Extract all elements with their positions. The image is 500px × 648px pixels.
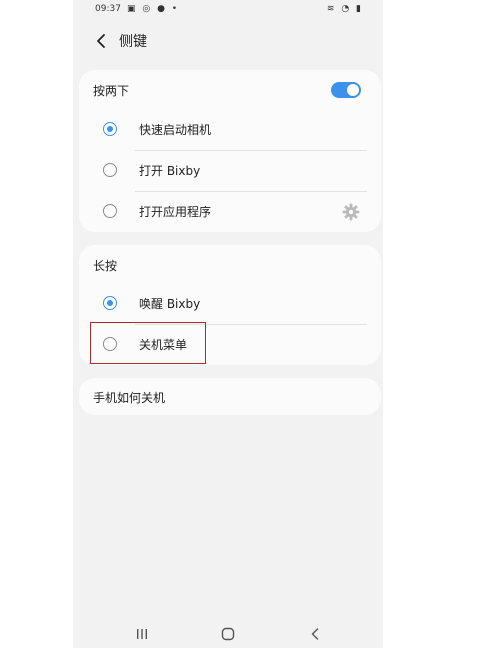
recent-apps-icon[interactable]	[135, 628, 149, 640]
help-link-card[interactable]: 手机如何关机	[79, 378, 381, 415]
highlight-annotation-box	[90, 322, 206, 364]
option-label: 打开应用程序	[139, 205, 212, 219]
home-icon[interactable]	[221, 627, 235, 641]
option-quick-launch-camera[interactable]: 快速启动相机	[79, 110, 381, 150]
back-icon[interactable]	[309, 627, 321, 641]
gear-icon[interactable]	[341, 202, 361, 222]
double-press-card: 按两下 快速启动相机 打开 Bixby 打开应用程序	[79, 70, 381, 232]
notification-icons: ▣ ◎ ● •	[127, 4, 180, 14]
radio-button[interactable]	[103, 296, 117, 310]
status-bar: 09:37 ▣ ◎ ● • ≋ ◔ ▮	[73, 0, 383, 22]
option-open-app[interactable]: 打开应用程序	[79, 192, 381, 232]
radio-button[interactable]	[103, 163, 117, 177]
radio-button[interactable]	[103, 122, 117, 136]
help-link-label: 手机如何关机	[93, 391, 166, 405]
system-status-icons: ≋ ◔ ▮	[326, 4, 363, 14]
chevron-left-icon[interactable]	[93, 32, 111, 50]
status-time: 09:37	[95, 4, 121, 14]
option-open-bixby[interactable]: 打开 Bixby	[79, 151, 381, 191]
toggle-knob	[347, 84, 359, 96]
double-press-toggle[interactable]	[331, 82, 361, 98]
option-wake-bixby[interactable]: 唤醒 Bixby	[79, 284, 381, 324]
page-title: 侧键	[119, 34, 147, 50]
header: 侧键	[73, 26, 383, 56]
option-label: 打开 Bixby	[139, 164, 201, 178]
navigation-bar	[73, 620, 383, 648]
radio-button[interactable]	[103, 204, 117, 218]
option-label: 快速启动相机	[139, 123, 212, 137]
long-press-header: 长按	[93, 259, 118, 273]
option-label: 唤醒 Bixby	[139, 297, 201, 311]
double-press-header: 按两下	[93, 84, 130, 98]
